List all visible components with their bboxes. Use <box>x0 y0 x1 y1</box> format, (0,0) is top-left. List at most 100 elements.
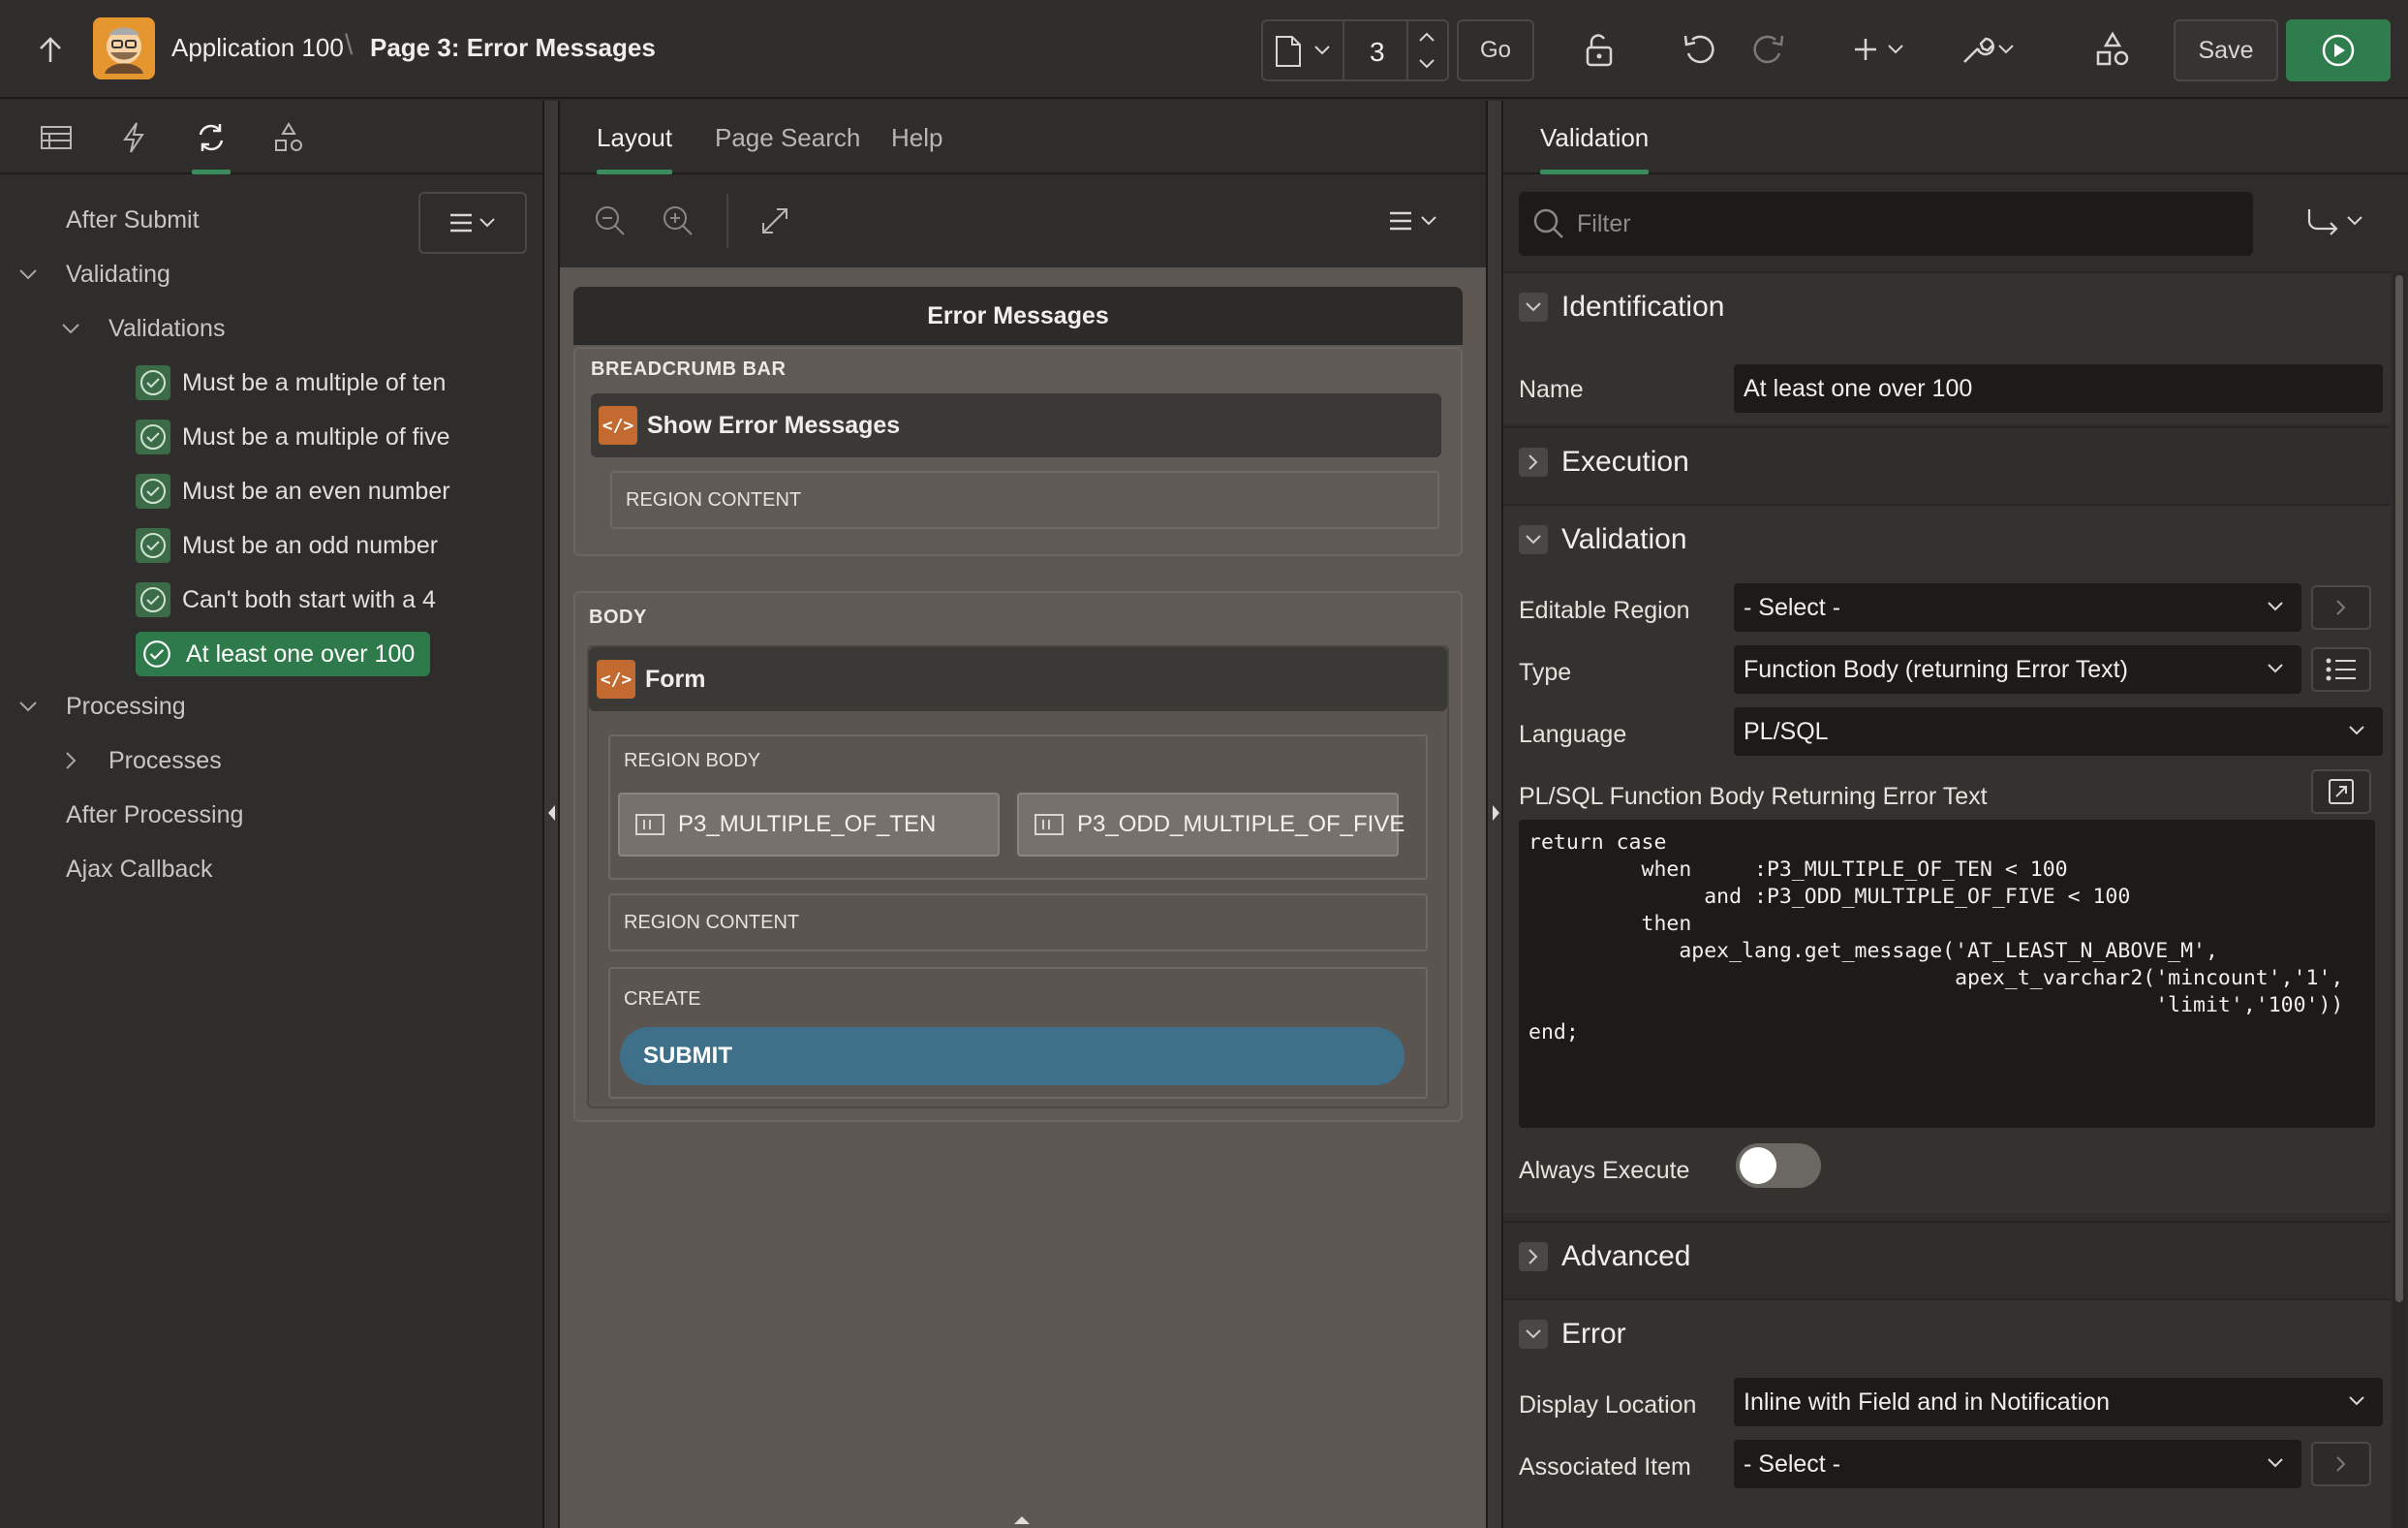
tab-page-search[interactable]: Page Search <box>715 101 860 174</box>
redo-icon[interactable] <box>1745 27 1790 72</box>
tree-after-processing[interactable]: After Processing <box>66 793 243 837</box>
code-editor-expand-button[interactable] <box>2311 769 2371 814</box>
processing-tab-icon[interactable] <box>192 101 231 174</box>
region-label: BODY <box>589 607 647 628</box>
filter-input[interactable]: Filter <box>1519 192 2253 256</box>
app-avatar[interactable] <box>93 17 155 79</box>
chevron-down-icon[interactable] <box>17 264 39 285</box>
mid-tab-bar: Layout Page Search Help <box>560 101 1486 174</box>
tree-processes[interactable]: Processes <box>108 738 222 783</box>
app-name[interactable]: Application 100 <box>171 33 344 63</box>
form-region-header[interactable]: </> Form <box>589 647 1447 711</box>
property-editor-pane: Validation Filter Identification Name At… <box>1503 101 2408 1528</box>
save-button[interactable]: Save <box>2174 19 2278 81</box>
dynamic-actions-tab-icon[interactable] <box>114 101 153 174</box>
lock-icon[interactable] <box>1575 27 1620 72</box>
scrollbar-thumb[interactable] <box>2395 275 2403 1302</box>
undo-icon[interactable] <box>1678 27 1722 72</box>
page-icon <box>1275 35 1302 68</box>
submit-button[interactable]: SUBMIT <box>620 1027 1405 1085</box>
tree-after-submit[interactable]: After Submit <box>66 198 200 242</box>
chevron-down-icon[interactable] <box>17 696 39 717</box>
layout-menu-icon[interactable] <box>1387 209 1445 234</box>
validation-item[interactable]: Must be an odd number <box>136 523 438 568</box>
breadcrumb-bar-region[interactable]: BREADCRUMB BAR </> Show Error Messages R… <box>573 347 1463 556</box>
utilities-wrench-icon[interactable] <box>1959 27 2019 72</box>
tab-validation[interactable]: Validation <box>1540 101 1650 174</box>
chevron-down-icon[interactable] <box>60 318 81 339</box>
go-to-region-button[interactable] <box>2311 585 2371 630</box>
chevron-down-icon <box>1519 1320 1548 1349</box>
scrollbar-track[interactable] <box>2393 271 2406 1528</box>
display-location-select[interactable]: Inline with Field and in Notification <box>1734 1378 2383 1426</box>
region-content-slot[interactable]: REGION CONTENT <box>608 893 1428 951</box>
page-selector[interactable]: 3 <box>1261 19 1449 81</box>
page-number-input[interactable]: 3 <box>1370 37 1385 68</box>
always-execute-toggle[interactable] <box>1736 1143 1821 1188</box>
create-menu-button[interactable] <box>1852 27 1910 72</box>
expand-icon[interactable] <box>759 205 790 236</box>
plsql-code-editor[interactable]: return case when :P3_MULTIPLE_OF_TEN < 1… <box>1519 820 2375 1128</box>
tree-validating[interactable]: Validating <box>66 252 170 296</box>
right-splitter[interactable] <box>1486 101 1503 1528</box>
show-error-messages-region[interactable]: </> Show Error Messages <box>591 393 1441 457</box>
tree-validations[interactable]: Validations <box>108 306 225 351</box>
tree-ajax-callback[interactable]: Ajax Callback <box>66 847 212 891</box>
go-to-item-button[interactable] <box>2311 1442 2371 1486</box>
type-select[interactable]: Function Body (returning Error Text) <box>1734 645 2301 694</box>
rendering-tab-icon[interactable] <box>37 101 76 174</box>
chevron-down-icon <box>2349 1396 2364 1406</box>
chevron-right-icon[interactable] <box>60 750 81 771</box>
shared-components-tab-icon[interactable] <box>269 101 308 174</box>
tree-menu-button[interactable] <box>418 192 527 254</box>
increment-icon[interactable] <box>1418 31 1436 43</box>
page-item-odd-multiple-of-five[interactable]: P3_ODD_MULTIPLE_OF_FIVE <box>1017 793 1405 857</box>
chevron-down-icon <box>2349 726 2364 735</box>
left-tab-bar <box>0 101 542 174</box>
type-list-button[interactable] <box>2311 647 2371 692</box>
left-splitter[interactable] <box>542 101 560 1528</box>
name-input[interactable]: At least one over 100 <box>1734 364 2383 413</box>
chevron-right-icon <box>1519 1242 1548 1271</box>
validation-item[interactable]: Can't both start with a 4 <box>136 577 436 622</box>
check-icon <box>136 474 170 509</box>
page-header-bar[interactable]: Error Messages <box>573 287 1463 345</box>
display-location-label: Display Location <box>1519 1391 1697 1419</box>
go-to-group-icon[interactable] <box>2305 205 2367 238</box>
decrement-icon[interactable] <box>1418 58 1436 70</box>
language-select[interactable]: PL/SQL <box>1734 707 2383 756</box>
editable-region-select[interactable]: - Select - <box>1734 583 2301 632</box>
select-value: Inline with Field and in Notification <box>1744 1388 2110 1416</box>
go-button[interactable]: Go <box>1457 19 1534 81</box>
filter-placeholder: Filter <box>1577 209 1631 237</box>
validation-item[interactable]: Must be a multiple of ten <box>136 360 446 405</box>
select-value: PL/SQL <box>1744 717 1829 745</box>
item-label: P3_ODD_MULTIPLE_OF_FIVE <box>1077 811 1405 837</box>
body-region[interactable]: BODY </> Form REGION BODY P3_MULTIPLE_OF… <box>573 591 1463 1122</box>
shared-components-icon[interactable] <box>2090 27 2135 72</box>
form-region[interactable]: </> Form REGION BODY P3_MULTIPLE_OF_TEN … <box>587 645 1449 1108</box>
run-page-button[interactable] <box>2286 19 2391 81</box>
validation-item[interactable]: Must be an even number <box>136 469 450 514</box>
zoom-in-icon[interactable] <box>661 203 695 238</box>
section-advanced[interactable]: Advanced <box>1503 1221 2391 1291</box>
layout-canvas: Error Messages BREADCRUMB BAR </> Show E… <box>560 267 1486 1528</box>
section-validation[interactable]: Validation <box>1503 504 2391 574</box>
tree-processing[interactable]: Processing <box>66 684 186 729</box>
rendering-tree-pane: After Submit Validating Validations Must… <box>0 101 542 1528</box>
list-icon <box>2326 658 2356 681</box>
page-item-multiple-of-ten[interactable]: P3_MULTIPLE_OF_TEN <box>618 793 1000 857</box>
tab-help[interactable]: Help <box>891 101 942 174</box>
zoom-out-icon[interactable] <box>593 203 628 238</box>
tab-layout[interactable]: Layout <box>597 101 673 174</box>
section-execution[interactable]: Execution <box>1503 426 2391 496</box>
collapse-up-icon[interactable] <box>1013 1515 1031 1525</box>
section-error[interactable]: Error <box>1503 1298 2391 1368</box>
region-content-slot[interactable]: REGION CONTENT <box>610 471 1439 529</box>
section-identification[interactable]: Identification <box>1503 271 2391 341</box>
chevron-down-icon <box>1313 45 1331 56</box>
up-arrow-icon[interactable] <box>29 29 72 72</box>
validation-item-selected[interactable]: At least one over 100 <box>136 632 431 676</box>
validation-item[interactable]: Must be a multiple of five <box>136 415 450 459</box>
associated-item-select[interactable]: - Select - <box>1734 1440 2301 1488</box>
